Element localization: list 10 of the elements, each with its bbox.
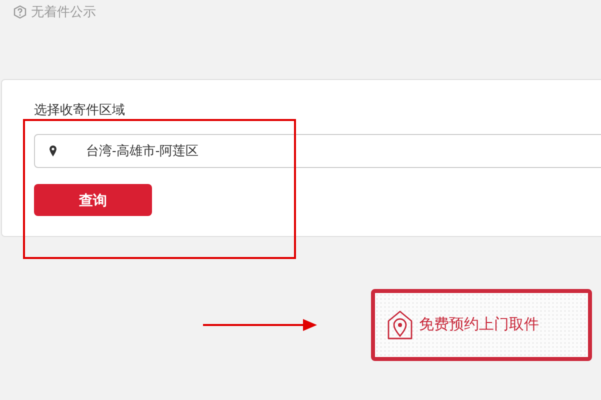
region-value: 台湾-高雄市-阿莲区 [86,142,199,160]
home-pin-icon [387,310,413,340]
region-label: 选择收寄件区域 [34,101,126,118]
arrow-icon [203,319,317,331]
location-pin-icon [49,145,57,157]
region-field[interactable]: 台湾-高雄市-阿莲区 [34,134,601,168]
notice-text: 无着件公示 [31,3,96,22]
pickup-button[interactable]: 免费预约上门取件 [371,289,592,361]
query-button[interactable]: 查询 [34,184,152,216]
help-icon [13,5,27,19]
